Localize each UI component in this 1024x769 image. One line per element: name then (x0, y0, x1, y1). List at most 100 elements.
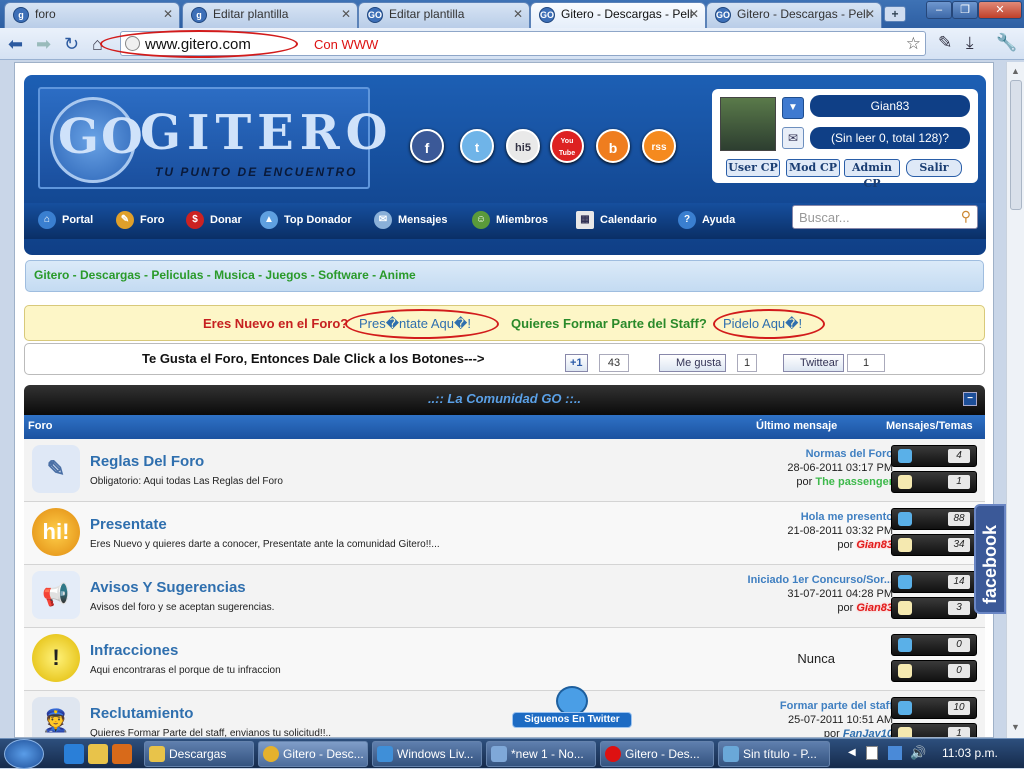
clock[interactable]: 11:03 p.m. (942, 746, 998, 760)
twitter-icon[interactable]: t (460, 129, 494, 163)
tab-editar-plantilla-2[interactable]: GO Editar plantilla ✕ (358, 2, 530, 28)
restore-button[interactable]: ❐ (952, 1, 978, 19)
forum-title[interactable]: Reclutamiento (90, 705, 193, 722)
nav-foro[interactable]: ✎ Foro (116, 211, 164, 229)
close-icon[interactable]: ✕ (865, 7, 875, 21)
tab-foro[interactable]: g foro ✕ (4, 2, 180, 28)
close-icon[interactable]: ✕ (341, 7, 351, 21)
hi5-icon[interactable]: hi5 (506, 129, 540, 163)
breadcrumb[interactable]: Gitero - Descargas - Peliculas - Musica … (25, 260, 984, 292)
scroll-up-icon[interactable]: ▲ (1011, 66, 1020, 76)
task-gitero-chrome[interactable]: Gitero - Desc... (258, 741, 368, 767)
tab-editar-plantilla-1[interactable]: g Editar plantilla ✕ (182, 2, 358, 28)
last-post-title[interactable]: Formar parte del staff (653, 699, 893, 713)
nav-miembros[interactable]: ☺ Miembros (472, 211, 548, 229)
tweet-button[interactable]: Twittear (783, 354, 844, 372)
scroll-down-icon[interactable]: ▼ (1011, 722, 1020, 732)
youtube-icon[interactable]: You Tube (550, 129, 584, 163)
last-post-user[interactable]: Gian83 (856, 539, 893, 551)
last-post-user[interactable]: Gian83 (856, 602, 893, 614)
nav-top-donador[interactable]: ▲ Top Donador (260, 211, 352, 229)
nav-mensajes[interactable]: ✉ Mensajes (374, 211, 448, 229)
message-count[interactable]: (Sin leer 0, total 128)? (810, 127, 970, 149)
forum-column-header: Foro Último mensaje Mensajes/Temas (24, 415, 985, 439)
nav-ayuda[interactable]: ? Ayuda (678, 211, 735, 229)
tab-gitero-active[interactable]: GO Gitero - Descargas - Peli ✕ (530, 2, 706, 28)
last-post-title[interactable]: Hola me presento (653, 510, 893, 524)
nav-calendario[interactable]: ▦ Calendario (576, 211, 657, 229)
flag-icon[interactable] (866, 746, 878, 760)
forum-title[interactable]: Reglas Del Foro (90, 453, 204, 470)
topics-value: 3 (948, 601, 970, 615)
nav-portal[interactable]: ⌂ Portal (38, 211, 93, 229)
forward-arrow-icon[interactable]: ➡ (36, 34, 51, 54)
plus-count: 43 (599, 354, 629, 372)
twitter-follow-widget[interactable]: Siguenos En Twitter (512, 686, 632, 734)
tweet-count: 1 (847, 354, 885, 372)
avatar[interactable] (720, 97, 776, 151)
user-cp-button[interactable]: User CP (726, 159, 780, 177)
volume-icon[interactable]: 🔊 (910, 745, 926, 761)
close-window-button[interactable]: ✕ (978, 1, 1022, 19)
category-title[interactable]: ..:: La Comunidad GO ::.. (428, 391, 581, 406)
pen-extension-icon[interactable]: ✎ (938, 33, 952, 53)
chevron-down-icon[interactable]: ▼ (782, 97, 804, 119)
task-gitero-opera[interactable]: Gitero - Des... (600, 741, 714, 767)
task-windows-live[interactable]: Windows Liv... (372, 741, 482, 767)
task-paint[interactable]: Sin título - P... (718, 741, 830, 767)
last-post-date: 28-06-2011 03:17 PM (787, 462, 893, 474)
back-arrow-icon[interactable]: ⬅ (8, 34, 23, 54)
fb-like-button[interactable]: Me gusta (659, 354, 727, 372)
logout-button[interactable]: Salir (906, 159, 962, 177)
last-post-user[interactable]: FanJay10 (843, 728, 893, 737)
last-post-title[interactable]: Iniciado 1er Concurso/Sor... (653, 573, 893, 587)
promo-text-2: Quieres Formar Parte del Staff? (511, 316, 707, 331)
tab-gitero-2[interactable]: GO Gitero - Descargas - Peli ✕ (706, 2, 882, 28)
last-post-user[interactable]: The passenger (815, 476, 893, 488)
last-post-title[interactable]: Normas del Foro (653, 447, 893, 461)
forum-title[interactable]: Infracciones (90, 642, 178, 659)
facebook-side-tab[interactable]: facebook (974, 504, 1006, 614)
logo-name: GITERO (140, 105, 394, 161)
mod-cp-button[interactable]: Mod CP (786, 159, 840, 177)
admin-cp-button[interactable]: Admin CP (844, 159, 900, 190)
facebook-icon[interactable]: f (410, 129, 444, 163)
close-icon[interactable]: ✕ (513, 7, 523, 21)
google-plus-button[interactable]: +1 (565, 354, 588, 372)
close-icon[interactable]: ✕ (163, 7, 173, 21)
by-label: por (823, 728, 840, 738)
scrollbar[interactable]: ▲ ▼ (1006, 62, 1024, 738)
mensajes-icon: ✉ (374, 211, 392, 229)
minimize-button[interactable]: – (926, 1, 952, 19)
close-icon[interactable]: ✕ (689, 7, 699, 21)
media-player-icon[interactable] (112, 744, 132, 764)
explorer-icon[interactable] (88, 744, 108, 764)
collapse-icon[interactable]: − (963, 392, 977, 406)
wrench-menu-icon[interactable]: 🔧 (996, 33, 1017, 53)
topics-value: 0 (948, 664, 970, 678)
search-input[interactable]: Buscar... ⚲ (792, 205, 978, 229)
username[interactable]: Gian83 (810, 95, 970, 117)
network-icon[interactable] (888, 746, 902, 760)
site-header: GO GITERO TU PUNTO DE ENCUENTRO f t hi5 … (24, 75, 986, 255)
ie-icon[interactable] (64, 744, 84, 764)
blogger-icon[interactable]: b (596, 129, 630, 163)
reload-icon[interactable]: ↻ (64, 34, 79, 54)
forum-title[interactable]: Avisos Y Sugerencias (90, 579, 246, 596)
forum-title[interactable]: Presentate (90, 516, 167, 533)
rss-icon[interactable]: rss (642, 129, 676, 163)
new-tab-button[interactable]: + (884, 6, 906, 22)
site-logo[interactable]: GO GITERO TU PUNTO DE ENCUENTRO (38, 87, 387, 189)
tray-chevron-icon[interactable]: ◀ (848, 747, 856, 758)
bookmark-star-icon[interactable]: ☆ (906, 34, 921, 54)
task-descargas[interactable]: Descargas (144, 741, 254, 767)
search-icon[interactable]: ⚲ (961, 208, 971, 225)
nav-donar[interactable]: $ Donar (186, 211, 242, 229)
taskbar: Descargas Gitero - Desc... Windows Liv..… (0, 738, 1024, 769)
start-button[interactable] (4, 739, 44, 769)
scrollbar-thumb[interactable] (1010, 80, 1022, 210)
task-notepad[interactable]: *new 1 - No... (486, 741, 596, 767)
mail-icon[interactable]: ✉ (782, 127, 804, 149)
messages-value: 88 (948, 512, 970, 526)
download-extension-icon[interactable]: ⤓ (966, 33, 974, 53)
